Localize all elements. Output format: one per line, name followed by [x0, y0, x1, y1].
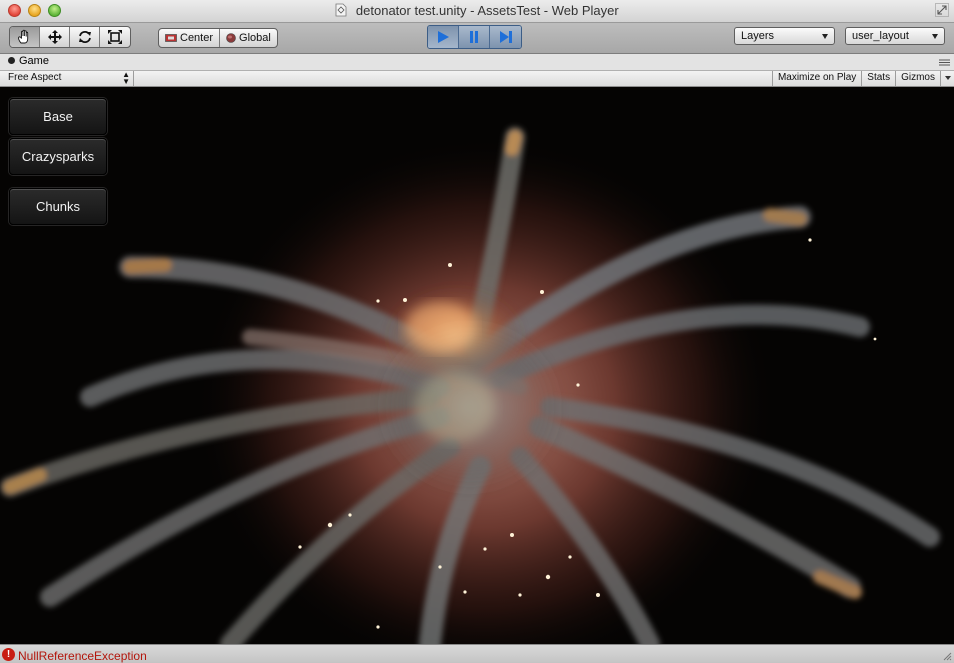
step-button[interactable]: [490, 26, 521, 48]
maximize-on-play-toggle[interactable]: Maximize on Play: [771, 71, 861, 86]
hand-icon: [17, 29, 28, 44]
chunks-label: Chunks: [35, 199, 81, 214]
step-icon: [499, 31, 512, 43]
status-message[interactable]: NullReferenceException: [18, 649, 147, 663]
transform-tools: [9, 26, 131, 48]
resize-grip-icon[interactable]: [940, 649, 952, 661]
maximize-label: Maximize on Play: [777, 72, 857, 83]
center-pivot-icon: [165, 34, 177, 42]
game-viewport[interactable]: Base Crazysparks Chunks: [0, 87, 954, 644]
game-view-options: Maximize on Play Stats Gizmos: [771, 71, 954, 86]
layout-label: user_layout: [852, 30, 909, 42]
status-bar: ! NullReferenceException: [0, 644, 954, 663]
game-tab-label: Game: [19, 55, 49, 67]
rotate-tool-button[interactable]: [70, 27, 100, 47]
move-tool-button[interactable]: [40, 27, 70, 47]
hand-tool-button[interactable]: [10, 27, 40, 47]
base-button[interactable]: Base: [9, 98, 107, 135]
game-view-toolbar: Free Aspect ▲ ▼ Maximize on Play Stats Gi…: [0, 71, 954, 87]
stats-label: Stats: [867, 72, 891, 83]
move-icon: [47, 30, 62, 44]
window-title: detonator test.unity - AssetsTest - Web …: [355, 3, 619, 18]
gizmos-label: Gizmos: [901, 72, 935, 83]
aspect-label: Free Aspect: [8, 72, 62, 83]
up-down-arrows-icon: ▲ ▼: [122, 70, 130, 86]
layers-label: Layers: [741, 30, 775, 42]
pivot-controls: Center Global: [158, 28, 278, 48]
gizmos-menu-arrow[interactable]: [940, 71, 954, 86]
layers-dropdown[interactable]: Layers: [734, 27, 835, 45]
scale-icon: [108, 30, 122, 44]
tab-game[interactable]: Game: [8, 55, 49, 67]
pause-icon: [470, 31, 478, 43]
pivot-global-button[interactable]: Global: [220, 29, 277, 47]
crazysparks-button[interactable]: Crazysparks: [9, 138, 107, 175]
error-icon: !: [2, 648, 15, 661]
game-tab-icon: [8, 57, 15, 64]
pivot-global-label: Global: [239, 32, 271, 44]
pivot-center-button[interactable]: Center: [159, 29, 221, 47]
scale-tool-button[interactable]: [100, 27, 130, 47]
chevron-down-icon: [932, 34, 938, 39]
base-label: Base: [43, 109, 73, 124]
play-icon: [438, 31, 449, 43]
game-tab-bar: Game: [0, 54, 954, 71]
globe-icon: [226, 33, 236, 43]
fullscreen-icon[interactable]: [935, 3, 949, 17]
layout-dropdown[interactable]: user_layout: [845, 27, 945, 45]
stats-toggle[interactable]: Stats: [861, 71, 895, 86]
rotate-icon: [78, 31, 91, 43]
chunks-button[interactable]: Chunks: [9, 188, 107, 225]
gizmos-toggle[interactable]: Gizmos: [895, 71, 940, 86]
crazysparks-label: Crazysparks: [21, 149, 95, 164]
unity-document-icon: [335, 3, 347, 17]
chevron-down-icon: [822, 34, 828, 39]
pause-button[interactable]: [459, 26, 490, 48]
play-button[interactable]: [428, 26, 459, 48]
explosion-scene: [0, 127, 940, 644]
aspect-dropdown[interactable]: Free Aspect ▲ ▼: [3, 71, 134, 86]
playback-controls: [427, 25, 522, 49]
title-bar: detonator test.unity - AssetsTest - Web …: [0, 0, 954, 23]
window-title-container: detonator test.unity - AssetsTest - Web …: [0, 3, 954, 18]
pivot-center-label: Center: [180, 32, 214, 44]
main-toolbar: Center Global Layers user_layout: [0, 23, 954, 54]
tab-menu-icon[interactable]: [939, 59, 950, 66]
